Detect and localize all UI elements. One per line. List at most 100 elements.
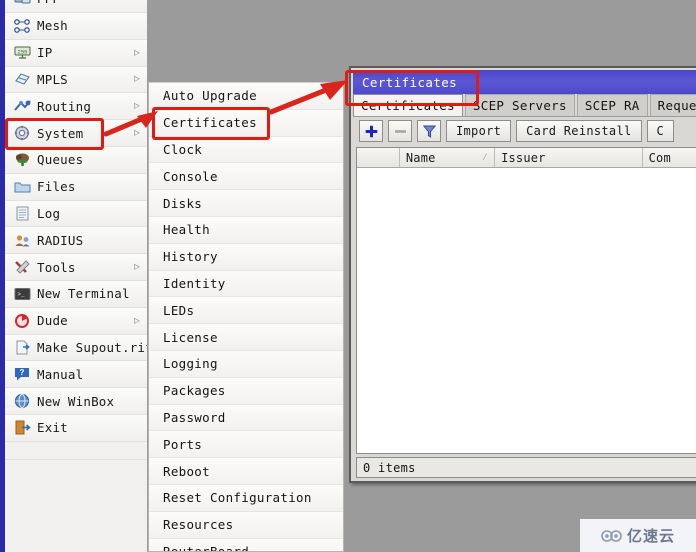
- submenu-item-routerboard[interactable]: RouterBoard: [149, 538, 343, 551]
- chevron-right-icon: ▷: [133, 315, 140, 327]
- sidebar-empty-space: [5, 459, 147, 552]
- mpls-icon: [13, 71, 31, 87]
- sidebar-item-new-terminal[interactable]: >_ New Terminal: [5, 281, 147, 308]
- certificates-toolbar[interactable]: Import Card Reinstall C: [356, 117, 696, 145]
- filter-button[interactable]: [417, 120, 441, 142]
- card-verify-button[interactable]: C: [646, 120, 675, 142]
- sidebar-item-system[interactable]: System ▷: [5, 120, 147, 147]
- chevron-right-icon: ▷: [133, 127, 140, 139]
- sidebar-item-mpls[interactable]: MPLS ▷: [5, 66, 147, 94]
- submenu-item-label: History: [163, 249, 218, 265]
- submenu-item-label: Logging: [163, 356, 218, 372]
- submenu-item-identity[interactable]: Identity: [149, 270, 343, 298]
- sidebar-item-manual[interactable]: ? Manual: [5, 361, 147, 389]
- submenu-item-label: Password: [163, 409, 226, 425]
- log-icon: [13, 205, 31, 221]
- submenu-item-auto-upgrade[interactable]: Auto Upgrade: [149, 83, 343, 110]
- minus-icon: [394, 129, 406, 133]
- folder-icon: [13, 179, 31, 195]
- add-button[interactable]: [359, 120, 383, 142]
- submenu-item-reboot[interactable]: Reboot: [149, 458, 343, 485]
- system-submenu[interactable]: Auto Upgrade Certificates Clock Console …: [148, 82, 344, 552]
- card-verify-button-label: C: [656, 124, 665, 138]
- submenu-item-label: Reset Configuration: [163, 490, 312, 506]
- sidebar-item-tools[interactable]: Tools ▷: [5, 254, 147, 281]
- certificates-tabbar[interactable]: Certificates SCEP Servers SCEP RA Reques…: [353, 94, 696, 117]
- winbox-sidebar-menu[interactable]: PPP Mesh 255 IP ▷ MPLS ▷ Routing ▷: [0, 0, 148, 552]
- sidebar-item-make-supout[interactable]: Make Supout.rif: [5, 334, 147, 362]
- sidebar-item-routing[interactable]: Routing ▷: [5, 93, 147, 121]
- submenu-item-license[interactable]: License: [149, 324, 343, 351]
- sidebar-item-ip[interactable]: 255 IP ▷: [5, 39, 147, 67]
- tab-requests[interactable]: Requests: [649, 94, 696, 116]
- watermark: 亿速云: [580, 519, 696, 552]
- tab-scep-servers[interactable]: SCEP Servers: [464, 94, 575, 116]
- exit-icon: [13, 420, 31, 436]
- card-reinstall-button-label: Card Reinstall: [526, 124, 632, 138]
- sidebar-item-dude[interactable]: Dude ▷: [5, 307, 147, 335]
- chevron-right-icon: ▷: [133, 261, 140, 273]
- certificates-window[interactable]: Certificates Certificates SCEP Servers S…: [349, 66, 696, 483]
- submenu-item-health[interactable]: Health: [149, 216, 343, 244]
- import-button[interactable]: Import: [446, 120, 512, 142]
- submenu-item-label: Console: [163, 168, 218, 184]
- import-button-label: Import: [456, 124, 502, 138]
- sidebar-item-mesh[interactable]: Mesh: [5, 13, 147, 40]
- sidebar-item-label: Tools: [37, 259, 76, 275]
- submenu-item-leds[interactable]: LEDs: [149, 297, 343, 325]
- remove-button[interactable]: [388, 120, 412, 142]
- sidebar-item-label: Log: [37, 205, 61, 221]
- mesh-icon: [13, 18, 31, 34]
- tab-scep-ra[interactable]: SCEP RA: [576, 94, 648, 116]
- sidebar-item-log[interactable]: Log: [5, 200, 147, 228]
- sidebar-item-label: System: [37, 125, 84, 141]
- watermark-text: 亿速云: [626, 527, 675, 545]
- column-header-name[interactable]: Name ⁄: [400, 148, 496, 167]
- sidebar-item-label: New WinBox: [37, 393, 115, 409]
- card-reinstall-button[interactable]: Card Reinstall: [516, 120, 642, 142]
- cloud-logo-icon: [601, 529, 622, 542]
- submenu-item-ports[interactable]: Ports: [149, 431, 343, 459]
- submenu-item-history[interactable]: History: [149, 243, 343, 271]
- column-header-common-name[interactable]: Com: [643, 148, 696, 167]
- submenu-item-certificates[interactable]: Certificates: [149, 109, 343, 137]
- dude-icon: [13, 313, 31, 329]
- submenu-item-label: LEDs: [163, 302, 195, 318]
- sidebar-item-radius[interactable]: RADIUS: [5, 227, 147, 255]
- sidebar-item-exit[interactable]: Exit: [5, 415, 147, 442]
- item-count-label: 0 items: [363, 460, 416, 475]
- submenu-item-label: Health: [163, 222, 210, 238]
- sidebar-item-files[interactable]: Files: [5, 173, 147, 201]
- submenu-item-label: Packages: [163, 383, 226, 399]
- column-header-label: Com: [648, 150, 671, 165]
- submenu-item-packages[interactable]: Packages: [149, 377, 343, 405]
- sidebar-item-queues[interactable]: Queues: [5, 147, 147, 174]
- submenu-item-reset-configuration[interactable]: Reset Configuration: [149, 484, 343, 512]
- sidebar-item-new-winbox[interactable]: New WinBox: [5, 388, 147, 415]
- sidebar-item-label: IP: [37, 45, 53, 61]
- column-header-issuer[interactable]: Issuer: [495, 148, 643, 167]
- submenu-item-label: Disks: [163, 195, 203, 211]
- supout-icon: [13, 339, 31, 355]
- submenu-item-resources[interactable]: Resources: [149, 511, 343, 539]
- submenu-item-password[interactable]: Password: [149, 404, 343, 432]
- chevron-right-icon: ▷: [133, 47, 140, 59]
- submenu-item-console[interactable]: Console: [149, 163, 343, 191]
- certificates-titlebar[interactable]: Certificates: [353, 70, 696, 94]
- tab-certificates[interactable]: Certificates: [353, 94, 463, 116]
- submenu-item-clock[interactable]: Clock: [149, 136, 343, 164]
- submenu-item-label: Clock: [163, 141, 203, 157]
- submenu-item-logging[interactable]: Logging: [149, 350, 343, 378]
- sidebar-item-label: Manual: [37, 366, 84, 382]
- sidebar-item-ppp[interactable]: PPP: [5, 0, 147, 13]
- sort-ascending-icon: ⁄: [481, 151, 489, 163]
- submenu-item-disks[interactable]: Disks: [149, 190, 343, 217]
- sidebar-item-label: Dude: [37, 313, 68, 329]
- tab-label: SCEP Servers: [472, 98, 567, 113]
- table-body-empty: [357, 168, 696, 453]
- column-header-flags[interactable]: [357, 148, 400, 167]
- certificates-table[interactable]: Name ⁄ Issuer Com: [356, 147, 696, 454]
- sidebar-item-label: PPP: [37, 0, 60, 6]
- sidebar-item-label: Exit: [37, 420, 68, 436]
- system-gear-icon: [13, 125, 31, 141]
